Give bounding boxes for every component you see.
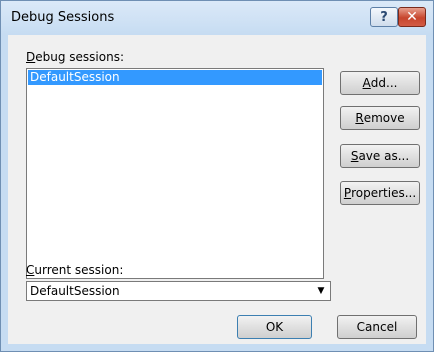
properties-button-label: roperties... (351, 186, 417, 200)
bottom-window-frame (1, 343, 433, 351)
remove-button[interactable]: Remove (340, 106, 420, 130)
save-as-button[interactable]: Save as... (340, 144, 420, 168)
dialog-client-area: Debug sessions: DefaultSession Add... Re… (8, 35, 426, 344)
right-window-frame (426, 35, 433, 351)
properties-button[interactable]: Properties... (340, 181, 420, 205)
current-session-combobox[interactable]: DefaultSession ▼ (26, 281, 331, 301)
save-as-button-label: ave as... (358, 149, 410, 163)
close-icon: ✕ (406, 9, 418, 25)
dialog-title: Debug Sessions (11, 10, 115, 25)
chevron-down-icon: ▼ (317, 286, 325, 296)
save-as-button-accel: S (350, 149, 359, 163)
current-session-label-text: urrent session: (34, 263, 124, 277)
remove-button-accel: R (355, 111, 364, 125)
add-button-accel: A (362, 76, 371, 90)
current-session-label: Current session: (26, 263, 123, 277)
debug-sessions-label-text: ebug sessions: (35, 50, 125, 64)
current-session-value: DefaultSession (30, 284, 120, 298)
help-icon: ? (380, 9, 388, 25)
list-item-default-session[interactable]: DefaultSession (28, 70, 322, 85)
left-window-frame (1, 35, 8, 351)
help-button[interactable]: ? (370, 7, 398, 27)
debug-sessions-listbox[interactable]: DefaultSession (26, 68, 324, 279)
cancel-button-label: Cancel (356, 320, 398, 334)
debug-sessions-label: Debug sessions: (26, 50, 124, 64)
remove-button-label: emove (363, 111, 405, 125)
close-button[interactable]: ✕ (398, 7, 426, 27)
debug-sessions-label-accel: D (26, 50, 36, 64)
dropdown-button[interactable]: ▼ (313, 283, 329, 299)
cancel-button[interactable]: Cancel (337, 315, 417, 339)
add-button-label: dd... (370, 76, 398, 90)
debug-sessions-dialog: Debug Sessions ? ✕ Debug sessions: Defau… (0, 0, 434, 352)
add-button[interactable]: Add... (340, 71, 420, 95)
properties-button-accel: P (343, 186, 352, 200)
ok-button-label: OK (265, 320, 284, 334)
title-bar[interactable]: Debug Sessions ? ✕ (1, 1, 433, 35)
ok-button[interactable]: OK (237, 315, 312, 339)
